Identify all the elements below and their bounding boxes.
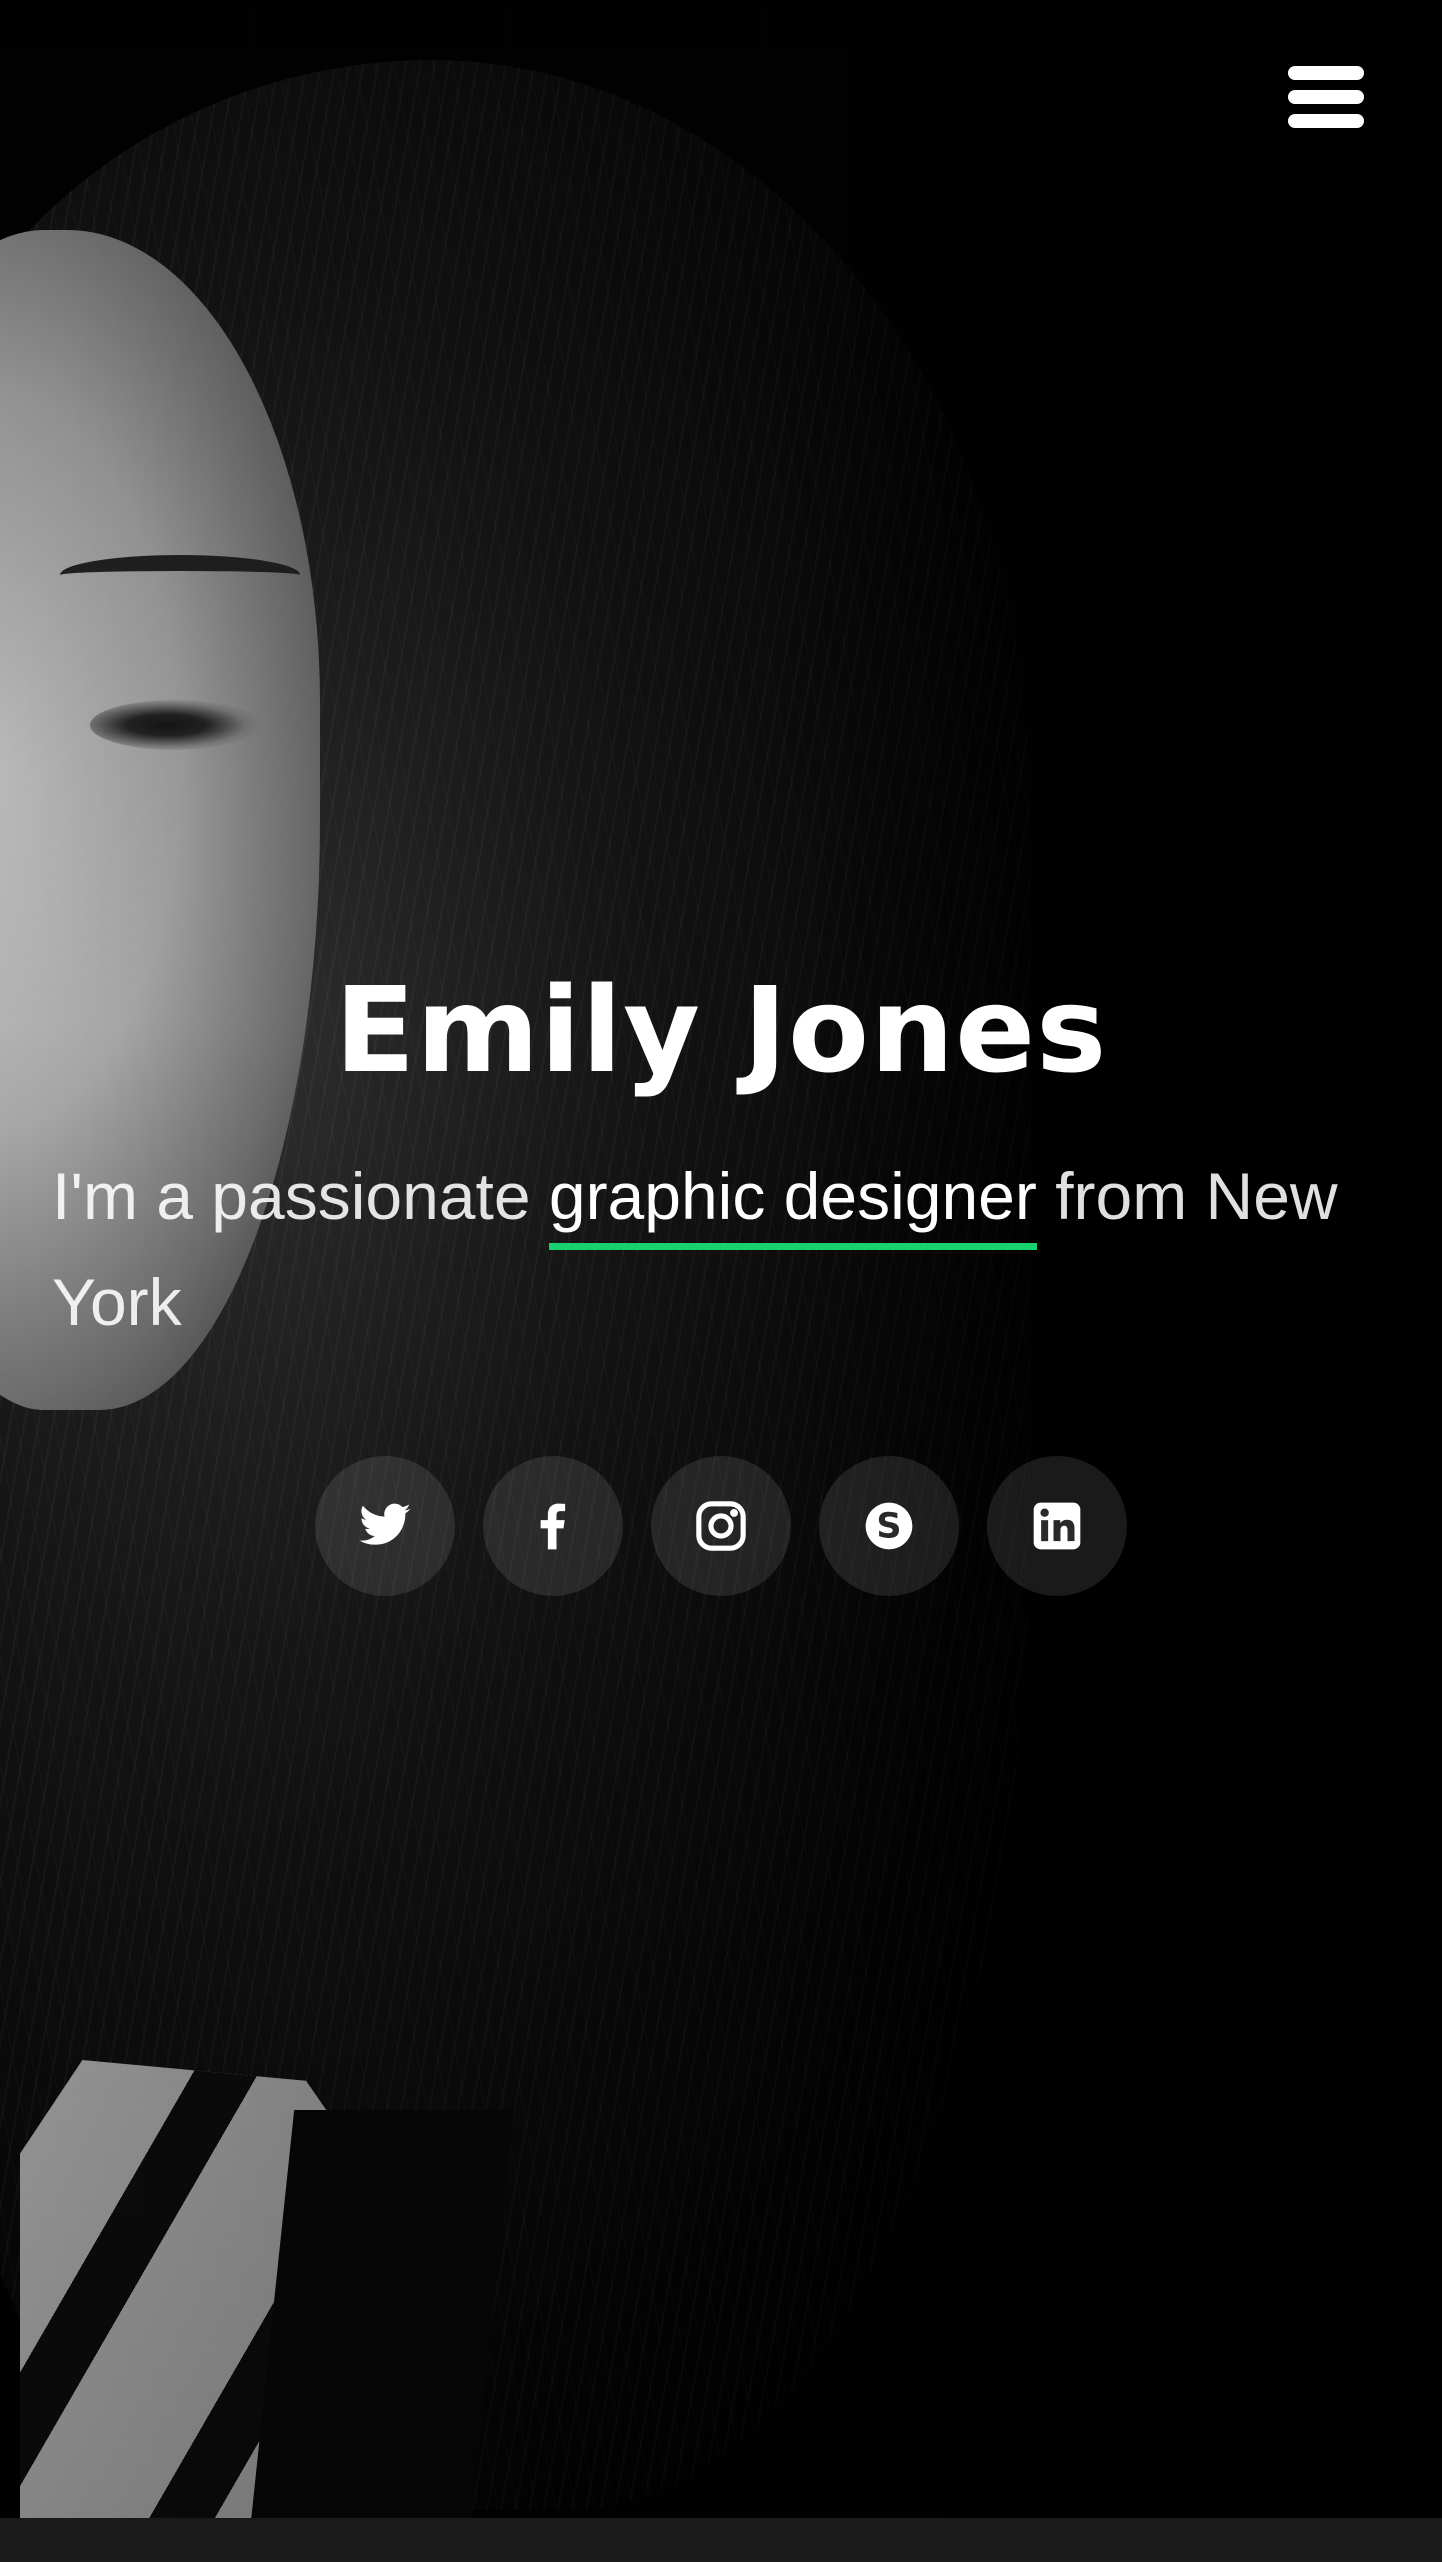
hero-name: Emily Jones xyxy=(334,961,1108,1099)
facebook-icon xyxy=(540,1503,566,1550)
hero-content: Emily Jones I'm a passionate graphic des… xyxy=(52,950,1390,1596)
tagline-prefix: I'm a passionate xyxy=(52,1159,549,1233)
hero-section: Emily Jones I'm a passionate graphic des… xyxy=(0,0,1442,2562)
mobile-nav-toggle[interactable] xyxy=(1288,66,1364,128)
twitter-icon xyxy=(359,1503,411,1545)
twitter-link[interactable] xyxy=(315,1456,455,1596)
instagram-link[interactable] xyxy=(651,1456,791,1596)
linkedin-icon xyxy=(1033,1502,1081,1550)
linkedin-link[interactable] xyxy=(987,1456,1127,1596)
skype-link[interactable]: S xyxy=(819,1456,959,1596)
hero-tagline: I'm a passionate graphic designer from N… xyxy=(52,1144,1390,1354)
skype-icon: S xyxy=(865,1502,913,1550)
hamburger-menu-icon-bar xyxy=(1288,90,1364,104)
bottom-edge-bar xyxy=(0,2518,1442,2562)
svg-text:S: S xyxy=(876,1507,901,1547)
hamburger-menu-icon xyxy=(1288,66,1364,80)
hamburger-menu-icon-bar xyxy=(1288,114,1364,128)
social-links: S xyxy=(52,1456,1390,1596)
typed-role: graphic designer xyxy=(548,1153,1037,1250)
instagram-icon xyxy=(696,1501,746,1551)
facebook-link[interactable] xyxy=(483,1456,623,1596)
